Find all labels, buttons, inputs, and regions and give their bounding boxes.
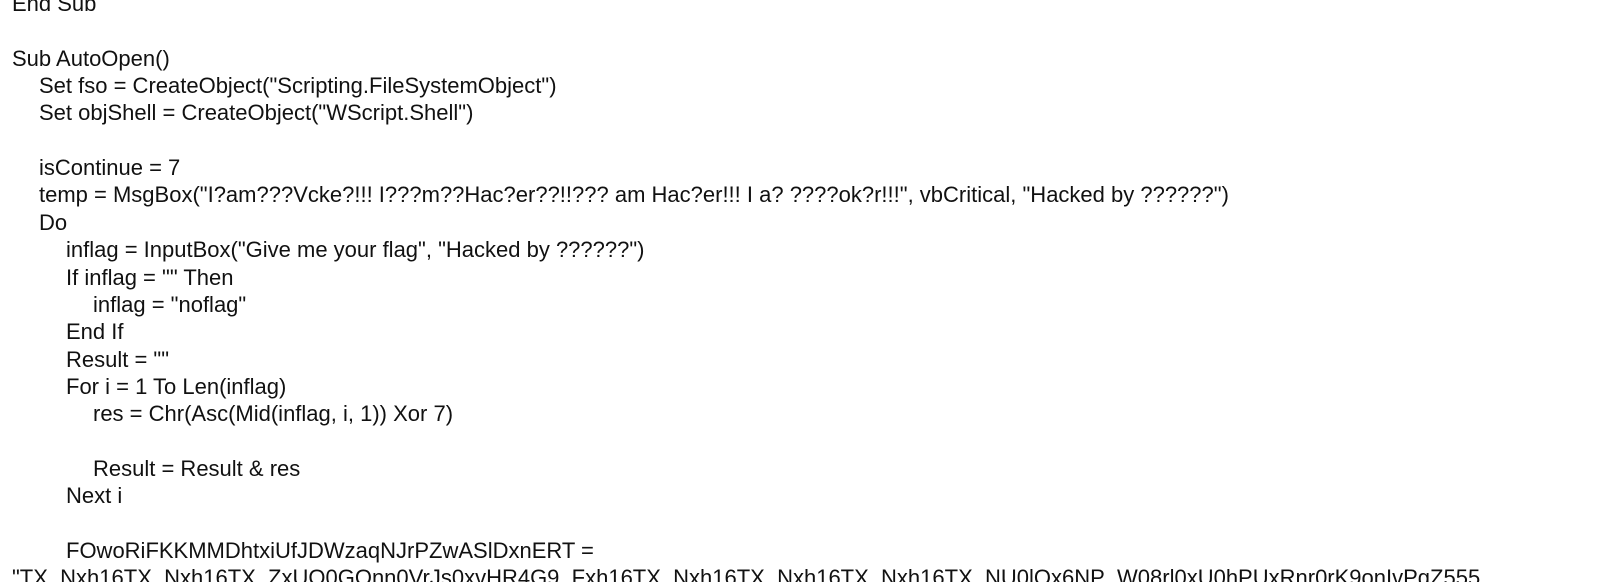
- code-line[interactable]: temp = MsgBox("I?am???Vcke?!!! I???m??Ha…: [39, 181, 1229, 209]
- code-line[interactable]: If inflag = "" Then: [66, 264, 233, 292]
- code-line[interactable]: "TX_Nxh16TX_Nxh16TX_ZxUO0GOnn0VrJs0xvHR4…: [12, 564, 1480, 582]
- code-line[interactable]: isContinue = 7: [39, 154, 180, 182]
- code-line[interactable]: Set objShell = CreateObject("WScript.She…: [39, 99, 473, 127]
- code-editor[interactable]: End Sub Sub AutoOpen() Set fso = CreateObj…: [0, 0, 1608, 582]
- code-line[interactable]: Do: [39, 209, 67, 237]
- code-line[interactable]: Next i: [66, 482, 122, 510]
- code-line[interactable]: inflag = InputBox("Give me your flag", "…: [66, 236, 645, 264]
- code-line[interactable]: End If: [66, 318, 123, 346]
- code-line[interactable]: res = Chr(Asc(Mid(inflag, i, 1)) Xor 7): [93, 400, 453, 428]
- code-line[interactable]: Sub AutoOpen(): [12, 45, 170, 73]
- code-line[interactable]: FOwoRiFKKMMDhtxiUfJDWzaqNJrPZwASlDxnERT …: [66, 537, 594, 565]
- code-line[interactable]: Set fso = CreateObject("Scripting.FileSy…: [39, 72, 557, 100]
- code-line[interactable]: End Sub: [12, 0, 96, 18]
- code-line[interactable]: inflag = "noflag": [93, 291, 246, 319]
- code-line[interactable]: Result = "": [66, 346, 169, 374]
- code-line[interactable]: Result = Result & res: [93, 455, 300, 483]
- code-line[interactable]: For i = 1 To Len(inflag): [66, 373, 286, 401]
